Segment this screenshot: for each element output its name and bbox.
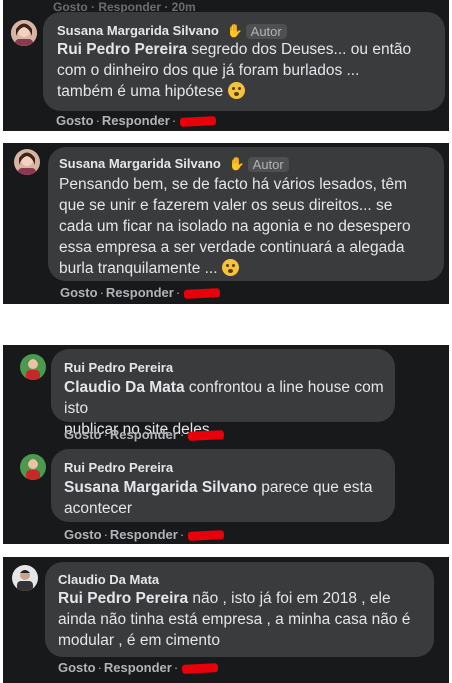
- comment-actions: Gosto · Responder ·: [64, 527, 225, 542]
- comment-bubble: Rui Pedro Pereira Susana Margarida Silva…: [51, 449, 395, 522]
- author-name[interactable]: Rui Pedro Pereira: [64, 460, 173, 475]
- author-badge: Autor: [245, 23, 287, 39]
- redacted-timestamp: [183, 288, 221, 299]
- comment-panel-4: Claudio Da Mata Rui Pedro Pereira não , …: [3, 557, 449, 683]
- mention-link[interactable]: Rui Pedro Pereira: [58, 590, 188, 607]
- wave-icon: ✋: [226, 23, 243, 38]
- comment-actions: Gosto · Responder ·: [60, 285, 221, 300]
- avatar[interactable]: [12, 565, 38, 591]
- like-button[interactable]: Gosto: [60, 285, 98, 300]
- redacted-timestamp: [181, 663, 219, 674]
- flushed-emoji-icon: [227, 82, 245, 99]
- redacted-timestamp: [187, 530, 225, 541]
- comment-text: Pensando bem, se de facto há vários lesa…: [59, 176, 411, 277]
- author-name[interactable]: Susana Margarida Silvano: [57, 23, 219, 38]
- comment-bubble: Susana Margarida Silvano ✋ Autor Pensando…: [48, 147, 444, 281]
- reply-button[interactable]: Responder: [104, 660, 172, 675]
- comment-actions: Gosto · Responder ·: [64, 427, 225, 442]
- comment-bubble: Rui Pedro Pereira Claudio Da Mata confro…: [51, 349, 395, 438]
- reply-button[interactable]: Responder: [106, 285, 174, 300]
- comment-text: Susana Margarida Silvano parece que esta…: [64, 479, 373, 517]
- mention-link[interactable]: Susana Margarida Silvano: [64, 479, 257, 496]
- avatar[interactable]: [14, 149, 40, 175]
- comment-panel-2: Susana Margarida Silvano ✋ Autor Pensando…: [3, 143, 449, 304]
- comment-bubble: Susana Margarida Silvano ✋ Autor Rui Pedr…: [43, 12, 445, 111]
- avatar[interactable]: [20, 454, 46, 480]
- redacted-timestamp: [179, 116, 217, 127]
- like-button[interactable]: Gosto: [64, 527, 102, 542]
- comment-panel-3: Rui Pedro Pereira Claudio Da Mata confro…: [3, 345, 449, 544]
- avatar[interactable]: [20, 354, 46, 380]
- author-name[interactable]: Claudio Da Mata: [58, 572, 159, 587]
- avatar[interactable]: [11, 20, 37, 46]
- like-button[interactable]: Gosto: [56, 113, 94, 128]
- comment-actions: Gosto · Responder ·: [58, 660, 219, 675]
- flushed-emoji-icon: [221, 259, 239, 276]
- redacted-timestamp: [187, 430, 225, 441]
- like-button[interactable]: Gosto: [64, 427, 102, 442]
- comment-text: Rui Pedro Pereira não , isto já foi em 2…: [58, 590, 411, 649]
- reply-button[interactable]: Responder: [110, 527, 178, 542]
- like-button[interactable]: Gosto: [58, 660, 96, 675]
- comment-panel-1: Gosto · Responder · 20m Susana Margarida…: [3, 0, 449, 131]
- author-name[interactable]: Rui Pedro Pereira: [64, 360, 173, 375]
- author-badge: Autor: [247, 156, 289, 172]
- mention-link[interactable]: Claudio Da Mata: [64, 379, 185, 396]
- comment-text: Rui Pedro Pereira segredo dos Deuses... …: [57, 41, 412, 100]
- wave-icon: ✋: [228, 156, 245, 171]
- reply-button[interactable]: Responder: [102, 113, 170, 128]
- reply-button[interactable]: Responder: [110, 427, 178, 442]
- comment-actions: Gosto · Responder ·: [56, 113, 217, 128]
- comment-bubble: Claudio Da Mata Rui Pedro Pereira não , …: [45, 562, 434, 657]
- author-name[interactable]: Susana Margarida Silvano: [59, 156, 221, 171]
- mention-link[interactable]: Rui Pedro Pereira: [57, 41, 187, 58]
